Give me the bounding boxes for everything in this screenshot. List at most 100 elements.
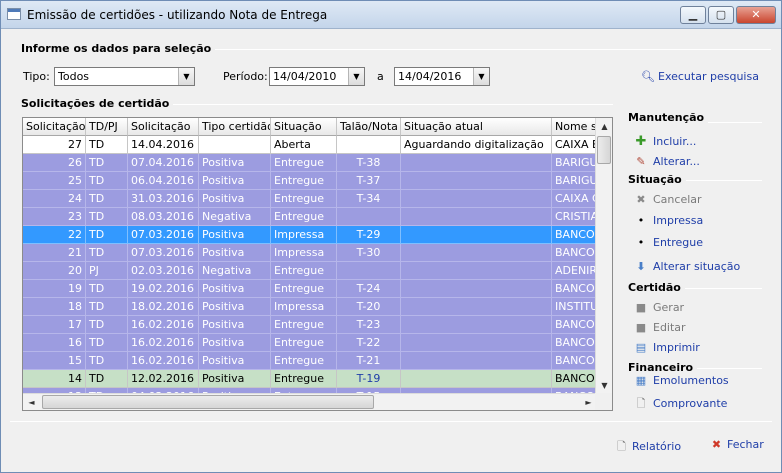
requests-group-title: Solicitações de certidão bbox=[21, 97, 174, 110]
table-icon: ▦ bbox=[635, 374, 647, 387]
alterar-situacao-label: Alterar situação bbox=[653, 260, 741, 273]
date-from-picker[interactable]: 14/04/2010 ▼ bbox=[269, 67, 365, 86]
cell-talao: T-23 bbox=[337, 316, 401, 334]
cell-situacao: Entregue bbox=[271, 172, 337, 190]
table-row[interactable]: 26 TD 07.04.2016 Positiva Entregue T-38 BARIGU bbox=[23, 154, 597, 172]
col-header-solicitacao-date[interactable]: Solicitação bbox=[128, 118, 199, 136]
emolumentos-button[interactable]: ▦ Emolumentos bbox=[634, 374, 729, 387]
cell-tipo bbox=[199, 136, 271, 154]
minimize-button[interactable]: ▁ bbox=[680, 6, 706, 24]
table-row[interactable]: 27 TD 14.04.2016 Aberta Aguardando digitaliz… bbox=[23, 136, 597, 154]
impressa-option[interactable]: • Impressa bbox=[634, 214, 703, 227]
cell-date: 19.02.2016 bbox=[128, 280, 199, 298]
table-row[interactable]: 19 TD 19.02.2016 Positiva Entregue T-24 BANCO bbox=[23, 280, 597, 298]
cell-tdpj: TD bbox=[86, 370, 128, 388]
date-to-picker[interactable]: 14/04/2016 ▼ bbox=[394, 67, 490, 86]
cell-date: 06.04.2016 bbox=[128, 172, 199, 190]
cancelar-label: Cancelar bbox=[653, 193, 702, 206]
table-row[interactable]: 24 TD 31.03.2016 Positiva Entregue T-34 CAIXA … bbox=[23, 190, 597, 208]
comprovante-button[interactable]: 🗋︎ Comprovante bbox=[634, 395, 728, 414]
horizontal-scrollbar[interactable]: ◄ ► bbox=[23, 393, 597, 410]
cell-tipo: Positiva bbox=[199, 334, 271, 352]
table-row[interactable]: 21 TD 07.03.2016 Positiva Impressa T-30 BANCO bbox=[23, 244, 597, 262]
cell-situacao-atual bbox=[401, 244, 552, 262]
table-row[interactable]: 22 TD 07.03.2016 Positiva Impressa T-29 BANCO bbox=[23, 226, 597, 244]
entregue-label: Entregue bbox=[653, 236, 704, 249]
title-bar[interactable]: Emissão de certidões - utilizando Nota d… bbox=[1, 1, 781, 29]
cell-tipo: Positiva bbox=[199, 154, 271, 172]
window-icon bbox=[7, 8, 21, 20]
cell-date: 07.03.2016 bbox=[128, 244, 199, 262]
editar-button[interactable]: ■ Editar bbox=[634, 321, 686, 334]
square-icon: ■ bbox=[635, 321, 647, 334]
chevron-down-icon[interactable]: ▼ bbox=[348, 68, 364, 85]
fechar-button[interactable]: ✖ Fechar bbox=[710, 438, 764, 451]
chevron-down-icon[interactable]: ▼ bbox=[178, 68, 194, 85]
vertical-scroll-thumb[interactable] bbox=[597, 136, 611, 164]
cell-nome: INSTITU bbox=[552, 298, 597, 316]
cell-tipo: Positiva bbox=[199, 352, 271, 370]
col-header-situacao[interactable]: Situação bbox=[271, 118, 337, 136]
alterar-situacao-button[interactable]: ⬇ Alterar situação bbox=[634, 260, 740, 273]
col-header-nome[interactable]: Nome so bbox=[552, 118, 597, 136]
tipo-select[interactable]: Todos ▼ bbox=[54, 67, 195, 86]
table-row[interactable]: 23 TD 08.03.2016 Negativa Entregue CRISTIA bbox=[23, 208, 597, 226]
cell-tipo: Positiva bbox=[199, 190, 271, 208]
table-row[interactable]: 20 PJ 02.03.2016 Negativa Entregue ADENIR bbox=[23, 262, 597, 280]
cell-situacao-atual bbox=[401, 190, 552, 208]
cell-situacao-atual: Aguardando digitalização bbox=[401, 136, 552, 154]
cancelar-button[interactable]: ✖ Cancelar bbox=[634, 193, 702, 206]
cell-tipo: Positiva bbox=[199, 316, 271, 334]
cell-tipo: Negativa bbox=[199, 208, 271, 226]
cell-situacao-atual bbox=[401, 226, 552, 244]
cell-tipo: Positiva bbox=[199, 172, 271, 190]
cell-situacao: Aberta bbox=[271, 136, 337, 154]
relatorio-button[interactable]: 🗋︎ Relatório bbox=[615, 438, 681, 457]
execute-search-button[interactable]: 🔍︎ Executar pesquisa bbox=[641, 70, 759, 83]
incluir-label: Incluir... bbox=[653, 135, 697, 148]
scroll-down-icon[interactable]: ▼ bbox=[596, 377, 612, 394]
requests-grid[interactable]: Solicitação TD/PJ Solicitação Tipo certi… bbox=[22, 117, 613, 411]
cell-id: 14 bbox=[23, 370, 86, 388]
vertical-scrollbar[interactable]: ▲ ▼ bbox=[595, 118, 612, 394]
cell-date: 16.02.2016 bbox=[128, 334, 199, 352]
cell-date: 08.03.2016 bbox=[128, 208, 199, 226]
table-row[interactable]: 18 TD 18.02.2016 Positiva Impressa T-20 INSTIT… bbox=[23, 298, 597, 316]
close-icon: ✖ bbox=[711, 438, 722, 451]
cell-situacao-atual bbox=[401, 334, 552, 352]
table-row[interactable]: 15 TD 16.02.2016 Positiva Entregue T-21 BANCO bbox=[23, 352, 597, 370]
col-header-talao-nota[interactable]: Talão/Nota bbox=[337, 118, 401, 136]
relatorio-label: Relatório bbox=[632, 440, 682, 453]
col-header-tipo-certidao[interactable]: Tipo certidão bbox=[199, 118, 271, 136]
horizontal-scroll-thumb[interactable] bbox=[42, 395, 374, 409]
impressa-label: Impressa bbox=[653, 214, 704, 227]
chevron-down-icon[interactable]: ▼ bbox=[473, 68, 489, 85]
table-row[interactable]: 25 TD 06.04.2016 Positiva Entregue T-37 BARIGU bbox=[23, 172, 597, 190]
cell-nome: BARIGU bbox=[552, 154, 597, 172]
alterar-button[interactable]: ✎ Alterar... bbox=[634, 155, 700, 168]
cell-tipo: Positiva bbox=[199, 280, 271, 298]
cell-talao: T-20 bbox=[337, 298, 401, 316]
col-header-tdpj[interactable]: TD/PJ bbox=[86, 118, 128, 136]
cell-nome: CRISTIA bbox=[552, 208, 597, 226]
table-row[interactable]: 14 TD 12.02.2016 Positiva Entregue T-19 BANCO bbox=[23, 370, 597, 388]
col-header-situacao-atual[interactable]: Situação atual bbox=[401, 118, 552, 136]
col-header-solicitacao-id[interactable]: Solicitação bbox=[23, 118, 86, 136]
gerar-button[interactable]: ■ Gerar bbox=[634, 301, 684, 314]
scroll-up-icon[interactable]: ▲ bbox=[596, 118, 612, 135]
scroll-left-icon[interactable]: ◄ bbox=[23, 394, 40, 410]
cell-situacao: Impressa bbox=[271, 244, 337, 262]
incluir-button[interactable]: ✚ Incluir... bbox=[634, 134, 697, 149]
cell-date: 07.04.2016 bbox=[128, 154, 199, 172]
maximize-button[interactable]: ▢ bbox=[708, 6, 734, 24]
table-row[interactable]: 17 TD 16.02.2016 Positiva Entregue T-23 BANCO bbox=[23, 316, 597, 334]
alterar-label: Alterar... bbox=[653, 155, 700, 168]
cell-tdpj: TD bbox=[86, 334, 128, 352]
table-row[interactable]: 16 TD 16.02.2016 Positiva Entregue T-22 BANCO bbox=[23, 334, 597, 352]
entregue-option[interactable]: • Entregue bbox=[634, 236, 703, 249]
imprimir-button[interactable]: ▤ Imprimir bbox=[634, 341, 700, 354]
cell-date: 31.03.2016 bbox=[128, 190, 199, 208]
cell-date: 18.02.2016 bbox=[128, 298, 199, 316]
close-button[interactable]: ✕ bbox=[736, 6, 776, 24]
cell-situacao: Entregue bbox=[271, 334, 337, 352]
